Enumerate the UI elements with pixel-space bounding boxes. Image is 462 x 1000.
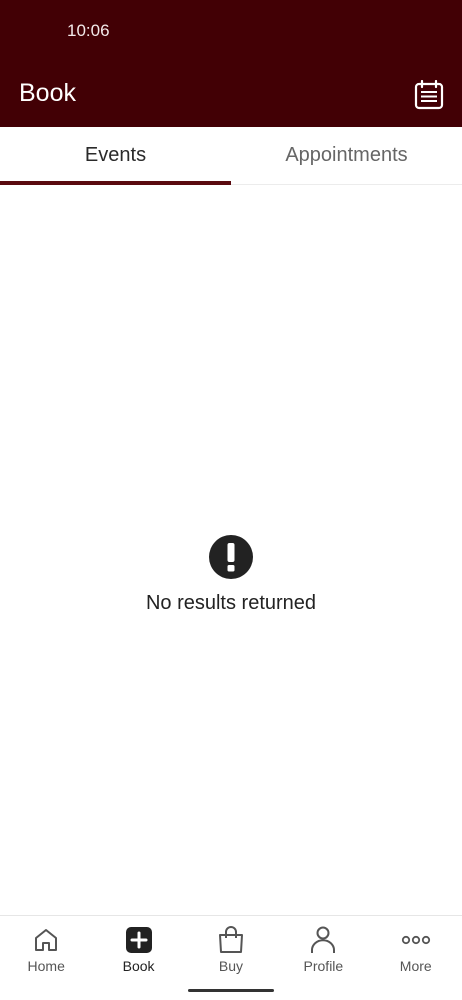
page-title: Book [19,79,76,107]
nav-book-label: Book [122,958,155,974]
calendar-button[interactable] [412,78,446,112]
active-tab-indicator [0,181,231,185]
bottom-nav: Home Book Buy Profile More [0,915,462,1000]
tab-bar: Events Appointments [0,127,462,185]
nav-more-label: More [399,958,432,974]
empty-state-message: No results returned [145,592,317,614]
tab-events[interactable]: Events [0,127,231,185]
nav-profile[interactable]: Profile [277,916,369,976]
exclamation-circle-icon [209,535,253,579]
nav-more[interactable]: More [370,916,462,976]
nav-profile-label: Profile [303,958,344,974]
home-icon [35,929,58,951]
tab-appointments-label: Appointments [285,144,408,166]
tab-appointments[interactable]: Appointments [231,127,462,184]
tab-events-label: Events [84,144,147,166]
nav-buy[interactable]: Buy [185,916,277,976]
calendar-icon [414,80,444,110]
status-time: 10:06 [67,21,110,40]
nav-home-label: Home [27,958,65,974]
app-header: 10:06 Book [0,0,462,127]
empty-state: No results returned [0,534,462,615]
nav-home[interactable]: Home [0,916,92,976]
home-indicator [188,989,274,992]
shopping-bag-icon [218,926,243,953]
nav-buy-label: Buy [218,958,244,974]
nav-book[interactable]: Book [92,916,184,976]
person-icon [311,926,336,953]
plus-square-icon [125,927,152,953]
more-dots-icon [401,935,430,945]
